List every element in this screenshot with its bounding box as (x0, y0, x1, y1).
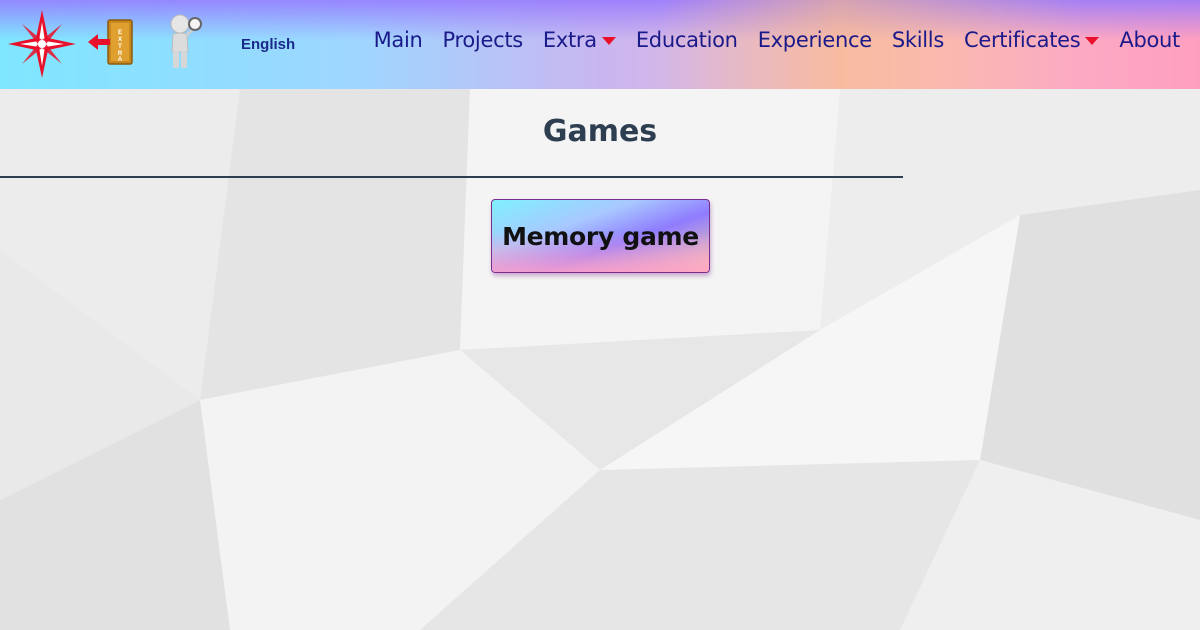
nav-item-main[interactable]: Main (374, 28, 423, 52)
nav-item-label: Certificates (963, 28, 1081, 52)
caret-down-icon (1085, 37, 1100, 45)
nav-item-projects[interactable]: Projects (442, 28, 524, 52)
compass-star-icon[interactable] (8, 10, 76, 78)
page-title: Games (542, 114, 658, 149)
background-pattern (0, 89, 1200, 630)
nav-item-label: Skills (891, 28, 944, 52)
nav-item-certificates[interactable]: Certificates (963, 28, 1100, 52)
svg-text:E: E (118, 30, 122, 36)
title-divider (0, 176, 903, 178)
svg-text:A: A (118, 57, 123, 63)
main-nav: Main Projects Extra Education Experience… (354, 28, 1181, 52)
caret-down-icon (601, 37, 616, 45)
nav-item-label: Main (373, 28, 423, 52)
nav-item-label: About (1119, 28, 1180, 52)
nav-item-label: Extra (542, 28, 597, 52)
memory-game-label: Memory game (502, 221, 699, 251)
nav-item-label: Education (635, 28, 738, 52)
nav-item-skills[interactable]: Skills (892, 28, 944, 52)
nav-item-education[interactable]: Education (636, 28, 738, 52)
memory-game-button[interactable]: Memory game (491, 199, 710, 273)
nav-item-about[interactable]: About (1119, 28, 1180, 52)
svg-text:T: T (118, 44, 122, 50)
language-selector[interactable]: English (241, 36, 295, 53)
person-magnifier-icon[interactable] (164, 14, 204, 70)
nav-item-label: Projects (442, 28, 524, 52)
site-header: E X T R A English Main Projects Extra Ed… (0, 0, 1200, 89)
nav-item-label: Experience (757, 28, 872, 52)
nav-item-experience[interactable]: Experience (758, 28, 872, 52)
extra-exit-icon[interactable]: E X T R A (88, 18, 136, 66)
svg-text:X: X (118, 37, 122, 43)
nav-item-extra[interactable]: Extra (543, 28, 616, 52)
